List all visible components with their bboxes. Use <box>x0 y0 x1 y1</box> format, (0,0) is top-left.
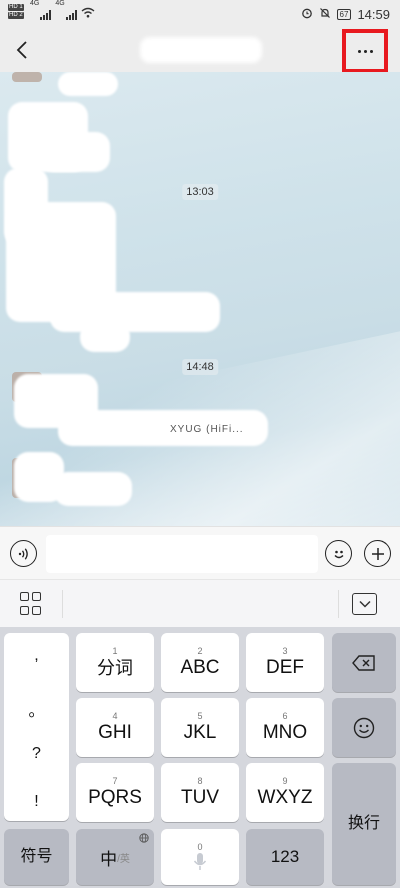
voice-button[interactable] <box>10 540 37 567</box>
message-bubble <box>50 292 220 332</box>
sim1-label: HD 1 <box>8 4 24 11</box>
keyboard: , 。 ? ! 1 分词 2 ABC 3 DEF 4 GHI 5 JKL 6 M… <box>0 627 400 888</box>
more-dots-icon <box>357 49 361 53</box>
toolbar-divider <box>62 590 63 618</box>
message-bubble <box>58 72 118 96</box>
signal-icon <box>40 9 52 20</box>
enter-key[interactable]: 换行 <box>332 763 396 885</box>
key-7[interactable]: 7 PQRS <box>76 763 154 822</box>
keyboard-toolbar <box>0 579 400 627</box>
punct-question[interactable]: ? <box>4 745 69 763</box>
plus-icon <box>371 547 384 560</box>
microphone-icon <box>193 853 207 870</box>
signal-icon-2 <box>65 9 77 20</box>
status-time: 14:59 <box>357 6 390 22</box>
chat-title <box>140 37 262 63</box>
punctuation-column[interactable]: , 。 ? ! <box>4 633 69 821</box>
globe-icon <box>139 833 149 845</box>
backspace-icon <box>352 654 375 671</box>
numbers-key[interactable]: 123 <box>246 829 324 885</box>
punct-period[interactable]: 。 <box>4 697 69 721</box>
alarm-icon <box>301 7 313 22</box>
key-4[interactable]: 4 GHI <box>76 698 154 757</box>
hide-keyboard-button[interactable] <box>352 593 377 615</box>
keyboard-hide-icon <box>358 600 371 608</box>
punct-exclamation[interactable]: ! <box>4 793 69 811</box>
key-9[interactable]: 9 WXYZ <box>246 763 324 822</box>
chevron-left-icon <box>16 41 27 59</box>
back-button[interactable] <box>8 36 36 64</box>
emoji-icon <box>334 550 343 558</box>
input-bar <box>0 526 400 579</box>
toolbar-divider <box>338 590 339 618</box>
lang-zh-label: 中 <box>100 849 118 869</box>
lang-en-label: /英 <box>117 853 130 865</box>
message-bubble <box>54 472 132 506</box>
sim2-label: HD 2 <box>8 12 24 19</box>
network-type-2: 4G <box>55 0 65 7</box>
emoji-icon <box>353 717 375 738</box>
key-2[interactable]: 2 ABC <box>161 633 239 692</box>
message-text: XYUG (HiFi... <box>170 424 244 435</box>
key-6[interactable]: 6 MNO <box>246 698 324 757</box>
chat-area[interactable]: 13:03 14:48 XYUG (HiFi... <box>0 72 400 526</box>
status-bar: HD 1 HD 2 4G 4G 67 14:59 <box>0 0 400 28</box>
title-bar <box>0 28 400 73</box>
emoji-key[interactable] <box>332 698 396 757</box>
backspace-key[interactable] <box>332 633 396 692</box>
space-key[interactable]: 0 <box>161 829 239 885</box>
emoji-button[interactable] <box>325 540 352 567</box>
mute-icon <box>319 7 331 22</box>
key-5[interactable]: 5 JKL <box>161 698 239 757</box>
key-1[interactable]: 1 分词 <box>76 633 154 692</box>
grid-menu-icon <box>20 592 29 601</box>
sim-indicators: HD 1 HD 2 <box>8 4 24 19</box>
key-8[interactable]: 8 TUV <box>161 763 239 822</box>
chat-timestamp: 14:48 <box>182 359 218 375</box>
key-3[interactable]: 3 DEF <box>246 633 324 692</box>
punct-comma[interactable]: , <box>4 647 69 665</box>
battery-indicator: 67 <box>336 8 352 20</box>
chat-timestamp: 13:03 <box>182 184 218 200</box>
more-functions-button[interactable] <box>364 540 391 567</box>
network-type: 4G <box>30 0 40 7</box>
language-switch-key[interactable]: 中 /英 <box>76 829 154 885</box>
more-options-button[interactable] <box>342 29 388 73</box>
message-input[interactable] <box>46 535 318 573</box>
wifi-icon <box>81 7 95 21</box>
avatar <box>12 72 42 82</box>
voice-icon <box>18 547 28 560</box>
symbols-key[interactable]: 符号 <box>4 829 69 885</box>
keyboard-menu-button[interactable] <box>20 592 46 616</box>
